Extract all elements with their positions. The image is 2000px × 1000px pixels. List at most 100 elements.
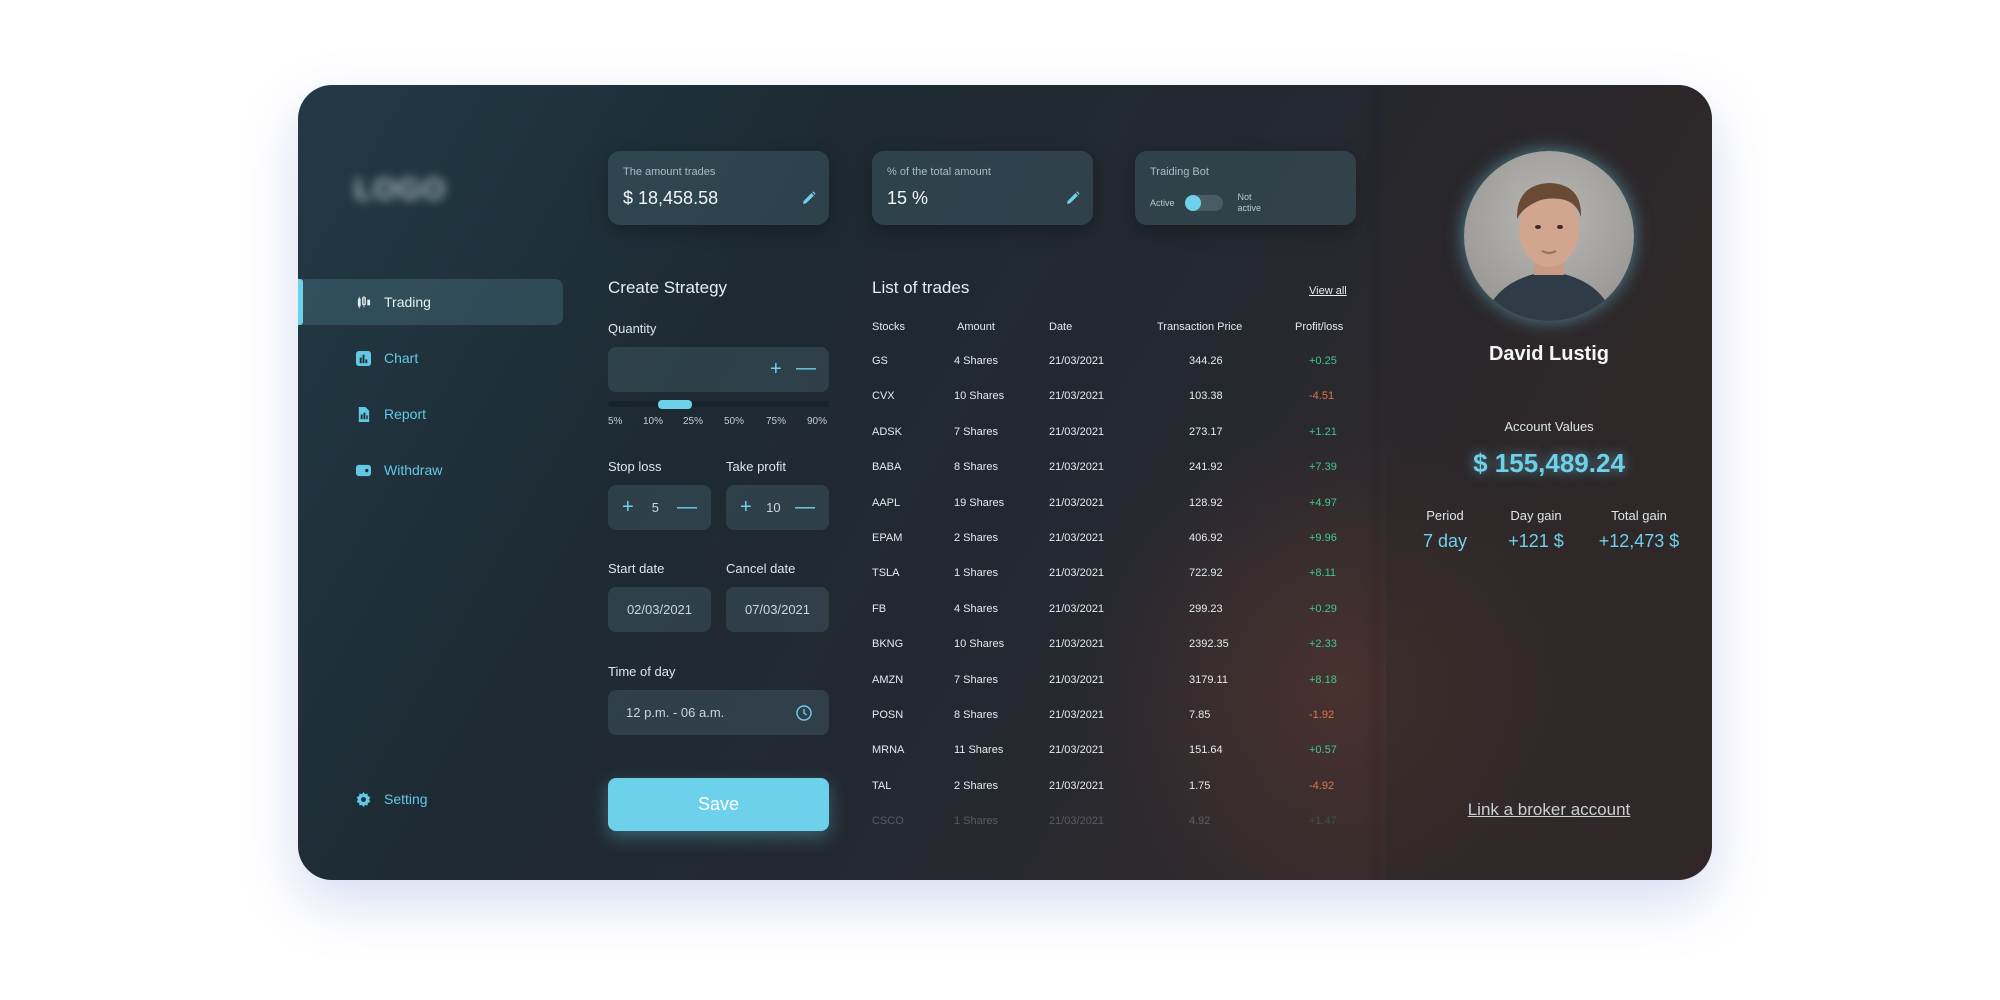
table-row[interactable]: FB 4 Shares 21/03/2021 299.23 +0.29	[872, 603, 1372, 638]
avatar	[1464, 151, 1634, 321]
table-row[interactable]: GS 4 Shares 21/03/2021 344.26 +0.25	[872, 355, 1372, 390]
sidebar-item-trading[interactable]: Trading	[298, 279, 563, 325]
price-cell: 344.26	[1189, 355, 1223, 367]
stat-value: +121 $	[1508, 531, 1564, 551]
plus-icon[interactable]: +	[740, 496, 752, 519]
setting-button[interactable]: Setting	[356, 791, 428, 807]
amount-cell: 4 Shares	[954, 602, 999, 615]
take-profit-stepper[interactable]: + 10 —	[726, 485, 829, 530]
table-row[interactable]: POSN 8 Shares 21/03/2021 7.85 -1.92	[872, 709, 1372, 744]
sidebar-item-report[interactable]: Report	[298, 391, 563, 437]
pencil-icon[interactable]	[802, 191, 816, 205]
table-row[interactable]: TAL 2 Shares 21/03/2021 1.75 -4.92	[872, 780, 1372, 815]
stat-label: Period	[1426, 508, 1464, 523]
profit-loss-cell: -1.92	[1309, 708, 1335, 721]
profile-panel: David Lustig Account Values $ 155,489.24…	[1386, 85, 1712, 880]
amount-trades-value: $ 18,458.58	[623, 188, 719, 208]
date-cell: 21/03/2021	[1049, 355, 1105, 367]
minus-icon[interactable]: —	[796, 358, 816, 378]
profit-loss-cell: -4.92	[1309, 779, 1335, 792]
price-cell: 4.92	[1189, 815, 1211, 828]
slider-handle[interactable]	[658, 400, 692, 409]
setting-label: Setting	[384, 791, 428, 807]
table-row[interactable]: MRNA 11 Shares 21/03/2021 151.64 +0.57	[872, 744, 1372, 779]
price-cell: 722.92	[1189, 567, 1223, 580]
table-row[interactable]: CSCO 1 Shares 21/03/2021 4.92 +1.47	[872, 815, 1372, 850]
stop-loss-stepper[interactable]: + 5 —	[608, 485, 711, 530]
time-of-day-field[interactable]: 12 p.m. - 06 a.m.	[608, 690, 829, 735]
price-cell: 1.75	[1189, 779, 1211, 792]
clock-icon[interactable]	[796, 705, 812, 721]
date-cell: 21/03/2021	[1049, 815, 1105, 828]
start-date-field[interactable]: 02/03/2021	[608, 587, 711, 632]
table-row[interactable]: EPAM 2 Shares 21/03/2021 406.92 +9.96	[872, 532, 1372, 567]
minus-icon[interactable]: —	[677, 496, 697, 519]
sidebar-item-label: Chart	[384, 350, 419, 366]
sidebar-item-withdraw[interactable]: Withdraw	[298, 447, 563, 493]
profit-loss-cell: +7.39	[1309, 461, 1337, 474]
date-cell: 21/03/2021	[1049, 390, 1105, 403]
date-cell: 21/03/2021	[1049, 425, 1105, 438]
bar-chart-icon	[356, 350, 371, 366]
profit-loss-cell: -4.51	[1309, 390, 1335, 403]
stat-value: +12,473 $	[1598, 531, 1680, 551]
column-header: Stocks	[872, 321, 906, 333]
save-button[interactable]: Save	[608, 778, 829, 831]
date-cell: 21/03/2021	[1049, 602, 1105, 615]
plus-icon[interactable]: +	[770, 359, 782, 379]
amount-cell: 1 Shares	[954, 567, 999, 580]
cancel-date-field[interactable]: 07/03/2021	[726, 587, 829, 632]
table-row[interactable]: ADSK 7 Shares 21/03/2021 273.17 +1.21	[872, 426, 1372, 461]
plus-icon[interactable]: +	[622, 496, 634, 519]
view-all-link[interactable]: View all	[1309, 285, 1347, 297]
amount-cell: 8 Shares	[954, 708, 999, 721]
price-cell: 128.92	[1189, 496, 1223, 509]
price-cell: 3179.11	[1189, 673, 1228, 686]
profit-loss-cell: +1.21	[1309, 425, 1337, 438]
toggle-knob	[1184, 195, 1201, 211]
profit-loss-cell: +8.18	[1309, 673, 1337, 686]
trades-table-body: GS 4 Shares 21/03/2021 344.26 +0.25 CVX 10 Sha…	[872, 355, 1372, 850]
stock-cell: POSN	[872, 708, 904, 721]
amount-cell: 7 Shares	[954, 425, 999, 438]
sidebar-item-label: Report	[384, 406, 427, 422]
amount-cell: 2 Shares	[954, 779, 999, 792]
price-cell: 406.92	[1189, 531, 1223, 544]
profit-loss-cell: +2.33	[1309, 638, 1337, 651]
table-row[interactable]: TSLA 1 Shares 21/03/2021 722.92 +8.11	[872, 567, 1372, 602]
quantity-stepper[interactable]: + —	[608, 347, 829, 392]
period-stat: Period 7 day	[1410, 508, 1480, 552]
trading-bot-card: Traiding Bot Active Not active	[1135, 151, 1356, 225]
stock-cell: AMZN	[872, 673, 904, 686]
table-row[interactable]: BKNG 10 Shares 21/03/2021 2392.35 +2.33	[872, 638, 1372, 673]
profit-loss-cell: +1.47	[1309, 815, 1337, 828]
bot-active-label: Active	[1150, 198, 1175, 208]
amount-cell: 7 Shares	[954, 673, 999, 686]
trades-table-header: Stocks Amount Date Transaction Price Pro…	[872, 321, 1372, 337]
amount-cell: 19 Shares	[954, 496, 1005, 509]
table-row[interactable]: AMZN 7 Shares 21/03/2021 3179.11 +8.18	[872, 674, 1372, 709]
tick-label: 75%	[766, 416, 787, 427]
sidebar-item-chart[interactable]: Chart	[298, 335, 563, 381]
stat-label: Total gain	[1611, 508, 1667, 523]
minus-icon[interactable]: —	[795, 496, 815, 519]
table-row[interactable]: CVX 10 Shares 21/03/2021 103.38 -4.51	[872, 390, 1372, 425]
quantity-ticks: 5% 10% 25% 50% 75% 90%	[608, 416, 829, 430]
pencil-icon[interactable]	[1066, 191, 1080, 205]
link-broker-account[interactable]: Link a broker account	[1386, 800, 1712, 820]
price-cell: 273.17	[1189, 425, 1223, 438]
price-cell: 103.38	[1189, 390, 1223, 403]
table-row[interactable]: BABA 8 Shares 21/03/2021 241.92 +7.39	[872, 461, 1372, 496]
percent-total-card: % of the total amount 15 %	[872, 151, 1093, 225]
quantity-slider[interactable]	[608, 400, 829, 409]
price-cell: 2392.35	[1189, 638, 1229, 651]
price-cell: 7.85	[1189, 708, 1211, 721]
trading-bot-toggle[interactable]	[1184, 195, 1223, 211]
start-date-label: Start date	[608, 561, 665, 576]
gear-icon	[356, 791, 371, 807]
profit-loss-cell: +0.57	[1309, 744, 1337, 757]
amount-cell: 10 Shares	[954, 638, 1005, 651]
date-cell: 21/03/2021	[1049, 531, 1105, 544]
table-row[interactable]: AAPL 19 Shares 21/03/2021 128.92 +4.97	[872, 497, 1372, 532]
stock-cell: GS	[872, 355, 888, 367]
